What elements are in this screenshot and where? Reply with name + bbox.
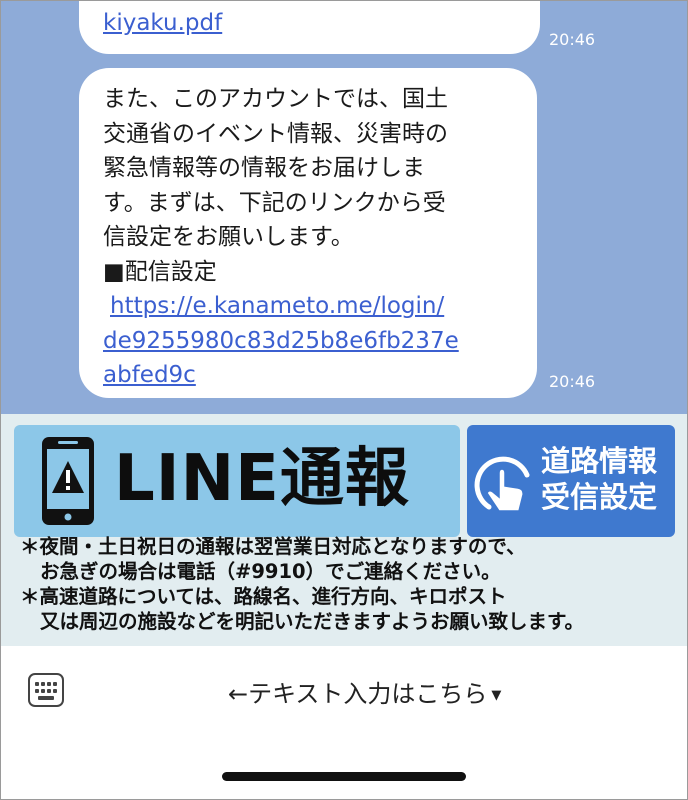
- tap-hand-icon: [474, 456, 530, 512]
- signup-link[interactable]: de9255980c83d25b8e6fb237e: [103, 324, 515, 359]
- message-bubble-terms: kiyaku.pdf: [79, 0, 540, 54]
- message-text-line: また、このアカウントでは、国土: [103, 86, 448, 112]
- notice-text: ＊夜間・土日祝日の通報は翌営業日対応となりますので、 お急ぎの場合は電話（#99…: [20, 534, 685, 634]
- caret-down-icon: ▼: [491, 687, 502, 703]
- notice-line: ＊高速道路については、路線名、進行方向、キロポスト: [20, 585, 507, 608]
- text-input-toggle-label: ←テキスト入力はこちら: [228, 680, 488, 708]
- notice-line: ＊夜間・土日祝日の通報は翌営業日対応となりますので、: [20, 535, 526, 558]
- signup-link[interactable]: https://e.kanameto.me/login/: [103, 289, 515, 324]
- notice-line: お急ぎの場合は電話（#9910）でご連絡ください。: [40, 560, 501, 583]
- notice-line: 又は周辺の施設などを明記いただきますようお願い致します。: [40, 610, 585, 633]
- road-info-label: 道路情報 受信設定: [541, 443, 657, 515]
- line-report-label: LINE通報: [114, 442, 410, 516]
- signup-link[interactable]: abfed9c: [103, 358, 515, 393]
- text-input-toggle[interactable]: ←テキスト入力はこちら ▼: [228, 674, 501, 709]
- input-bar: ←テキスト入力はこちら ▼: [0, 646, 688, 736]
- home-indicator[interactable]: [222, 772, 466, 781]
- rich-menu: LINE通報 道路情報 受信設定 ＊夜間・土日祝日の通報は翌営業日対応となります…: [0, 414, 688, 646]
- terms-pdf-link[interactable]: kiyaku.pdf: [103, 10, 222, 36]
- keyboard-icon[interactable]: [28, 673, 64, 707]
- message-timestamp: 20:46: [549, 30, 596, 49]
- message-text-line: す。まずは、下記のリンクから受: [103, 189, 446, 216]
- message-text-line: 緊急情報等の情報をお届けしま: [103, 155, 425, 181]
- message-text-line: ■配信設定: [103, 258, 217, 285]
- phone-warning-icon: [42, 437, 94, 525]
- message-timestamp: 20:46: [549, 372, 596, 391]
- message-bubble-intro: また、このアカウントでは、国土 交通省のイベント情報、災害時の 緊急情報等の情報…: [79, 68, 537, 398]
- chat-area: kiyaku.pdf 20:46 また、このアカウントでは、国土 交通省のイベン…: [0, 0, 688, 414]
- message-text-line: 信設定をお願いします。: [103, 224, 354, 250]
- road-info-label-line1: 道路情報: [541, 444, 658, 478]
- line-report-button[interactable]: LINE通報: [14, 425, 460, 537]
- road-info-settings-button[interactable]: 道路情報 受信設定: [467, 425, 675, 537]
- road-info-label-line2: 受信設定: [541, 480, 658, 514]
- message-text-line: 交通省のイベント情報、災害時の: [103, 120, 448, 147]
